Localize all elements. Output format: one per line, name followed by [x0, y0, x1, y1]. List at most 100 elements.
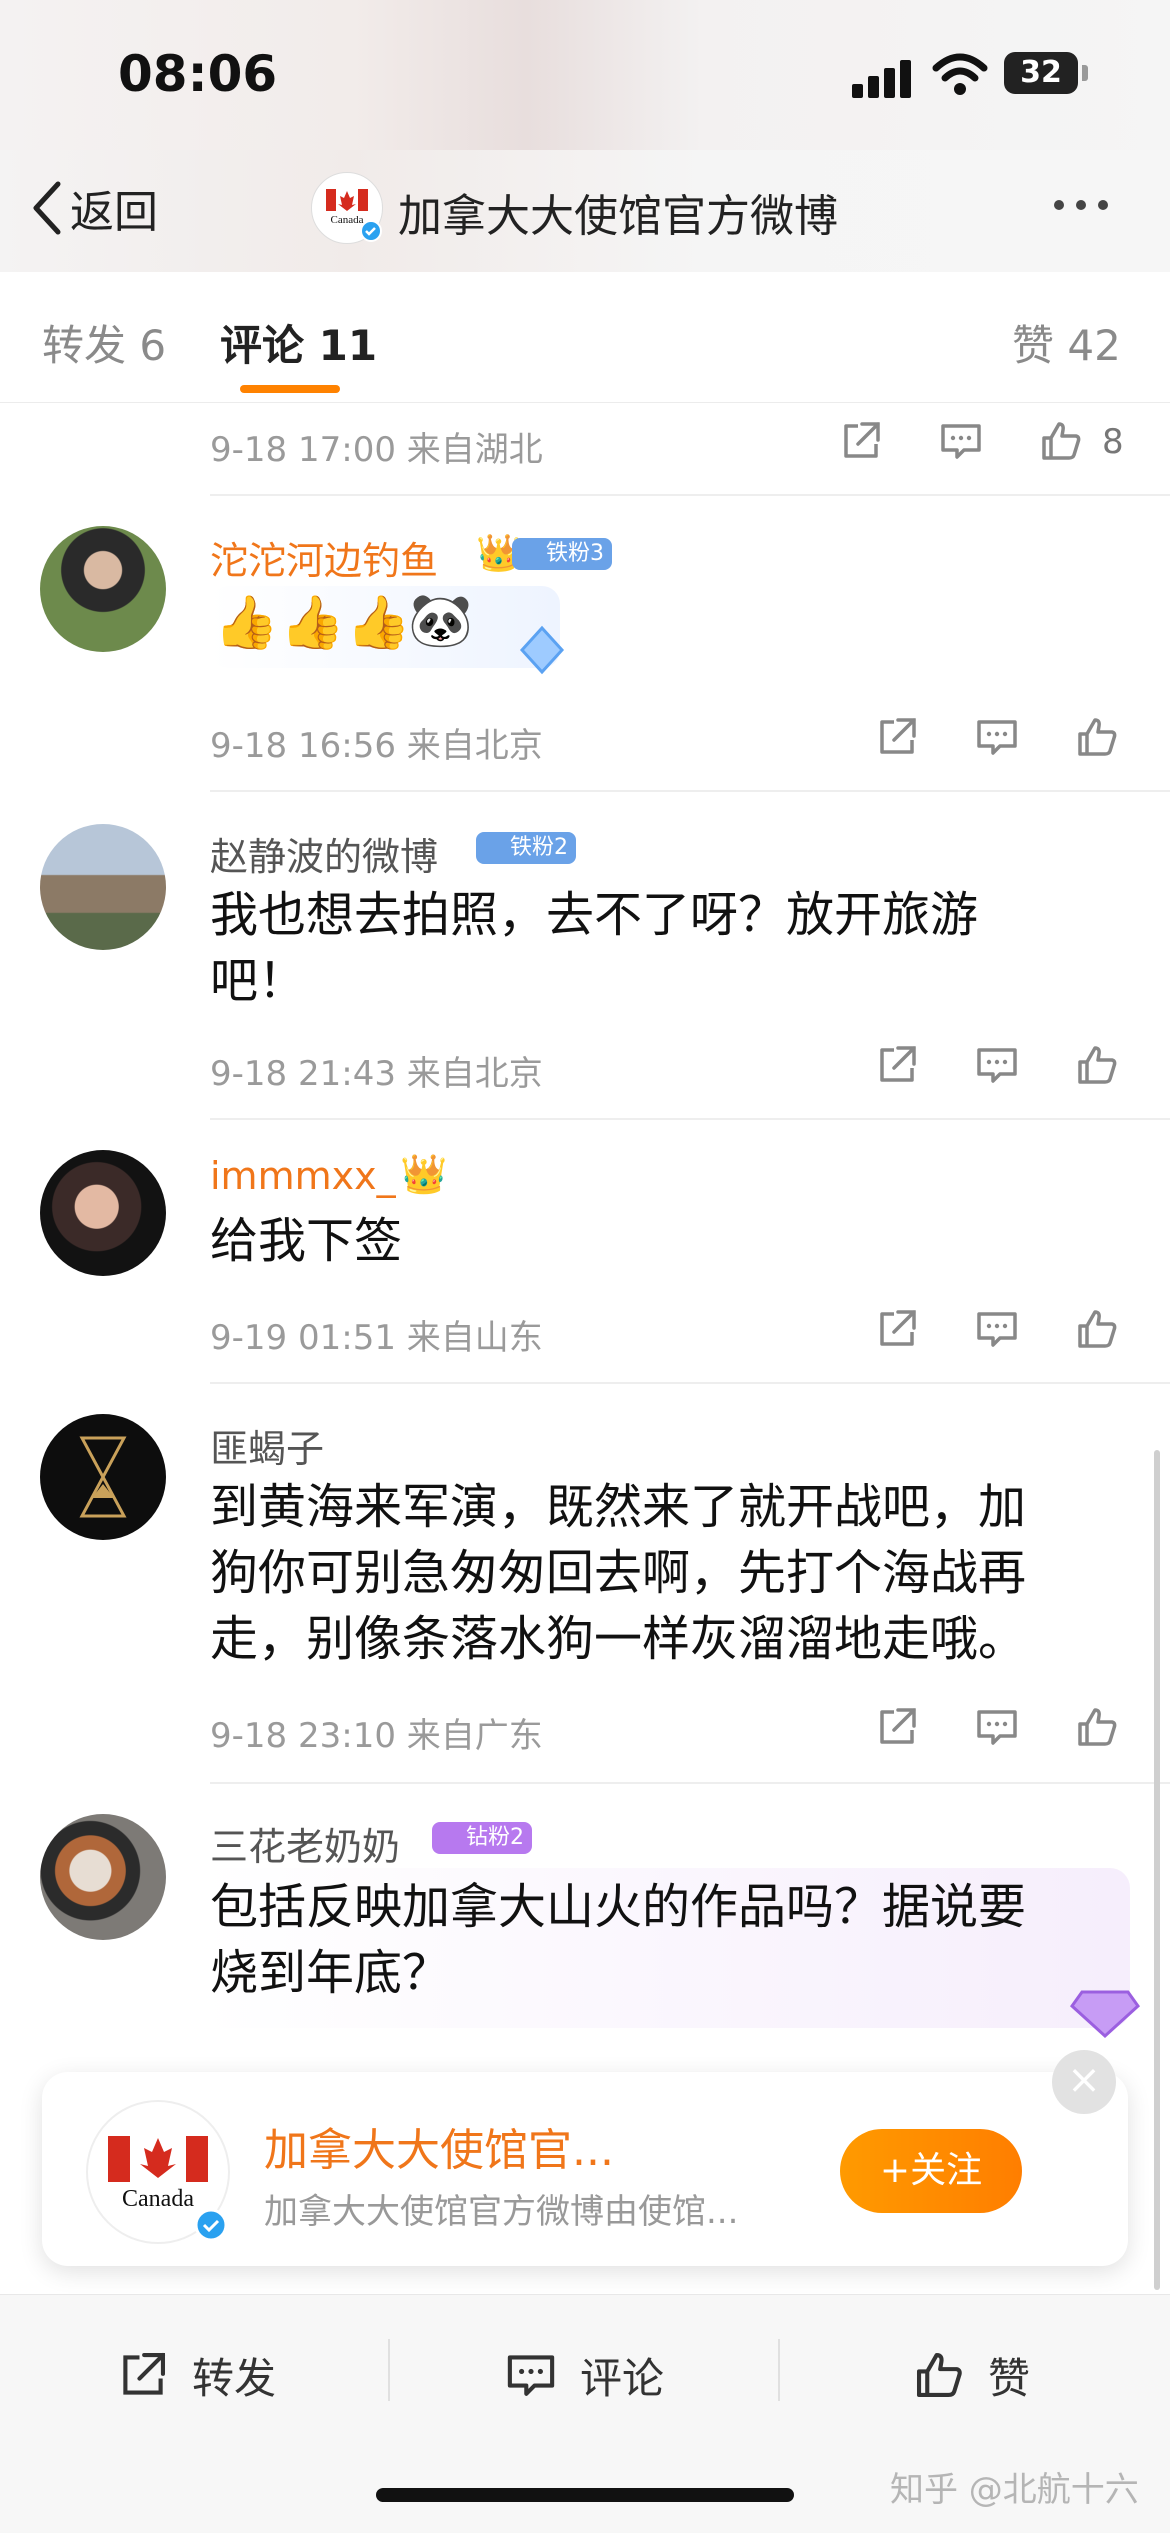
comment-line: 给我下签: [210, 1213, 403, 1269]
thumbs-up-emoji: 👍: [280, 593, 345, 653]
comment-line: 走，别像条落水狗一样灰溜溜地走哦。: [210, 1611, 1027, 1667]
like-icon[interactable]: [1074, 1042, 1120, 1088]
chevron-left-icon: [33, 181, 61, 235]
fan-badge: 钻粉2: [432, 1822, 532, 1854]
watermark: 知乎 @北航十六: [890, 2470, 1139, 2510]
comment-meta: 9-18 17:00 来自湖北: [210, 430, 543, 470]
scrollbar[interactable]: [1154, 1450, 1160, 2290]
thumbs-up-emoji: 👍: [214, 593, 279, 653]
account-card[interactable]: Canada 加拿大大使馆官... 加拿大大使馆官方微博由使馆... +关注: [42, 2072, 1128, 2266]
nav-bar: 返回 Canada 加拿大大使馆官方微博: [0, 150, 1170, 273]
like-icon[interactable]: [1074, 714, 1120, 760]
comment-line: 包括反映加拿大山火的作品吗？据说要: [210, 1879, 1027, 1935]
comment-username[interactable]: 三花老奶奶: [210, 1816, 400, 1871]
tab-comments[interactable]: 评论 11: [220, 312, 377, 373]
diamond-icon: [1070, 1990, 1140, 2039]
status-time: 08:06: [118, 45, 278, 103]
battery-cap: [1082, 65, 1088, 81]
comment-username[interactable]: 赵静波的微博: [210, 826, 438, 881]
card-account-desc: 加拿大大使馆官方微博由使馆...: [264, 2192, 739, 2232]
thumbs-up-emoji: 👍: [346, 593, 411, 653]
comment-meta-row: 9-18 17:00 来自湖北 8: [210, 414, 1170, 474]
comment-line: 烧到年底？: [210, 1945, 451, 2001]
comment-meta: 9-19 01:51 来自山东: [210, 1318, 543, 1358]
like-icon[interactable]: [1038, 418, 1084, 464]
tab-likes[interactable]: 赞 42: [1012, 312, 1121, 373]
comment-line: 狗你可别急匆匆回去啊，先打个海战再: [210, 1545, 1027, 1601]
follow-button[interactable]: +关注: [840, 2129, 1022, 2213]
close-icon[interactable]: ×: [1052, 2050, 1116, 2114]
separator: [388, 2339, 390, 2401]
fan-badge: 铁粉2: [476, 832, 576, 864]
share-icon[interactable]: [838, 418, 884, 464]
comment-username[interactable]: immmxx_: [210, 1154, 396, 1198]
like-icon[interactable]: [1074, 1306, 1120, 1352]
back-label: 返回: [70, 187, 158, 238]
tab-bar: 转发 6 评论 11 赞 42: [0, 272, 1170, 403]
more-menu-icon[interactable]: [1054, 200, 1108, 210]
reply-icon[interactable]: [974, 1704, 1020, 1750]
card-account-name[interactable]: 加拿大大使馆官...: [264, 2114, 614, 2178]
repost-button[interactable]: 转发: [116, 2335, 276, 2415]
comment-text: 我也想去拍照，去不了呀？放开旅游 吧！: [210, 882, 1110, 1014]
crown-icon: 👑: [400, 1152, 448, 1196]
canada-logo-text: Canada: [122, 2186, 194, 2212]
comment-meta: 9-18 21:43 来自北京: [210, 1054, 543, 1094]
divider: [210, 1118, 1170, 1120]
like-button[interactable]: 赞: [912, 2335, 1030, 2415]
comment-meta-row: 9-18 23:10 来自广东: [210, 1700, 1170, 1760]
back-button[interactable]: 返回: [30, 178, 158, 238]
avatar[interactable]: [40, 824, 166, 950]
page-title: 加拿大大使馆官方微博: [398, 191, 838, 242]
wifi-icon: [932, 53, 988, 95]
share-icon: [123, 2352, 166, 2395]
signal-icon: [852, 58, 912, 98]
comment-meta-row: 9-19 01:51 来自山东: [210, 1302, 1170, 1362]
fan-badge: 铁粉3: [512, 538, 612, 570]
share-icon[interactable]: [874, 1306, 920, 1352]
avatar[interactable]: [40, 1150, 166, 1276]
comment-meta: 9-18 23:10 来自广东: [210, 1716, 543, 1756]
divider: [210, 1782, 1170, 1784]
comment-line: 到黄海来军演，既然来了就开战吧，加: [210, 1479, 1027, 1535]
repost-label: 转发: [192, 2353, 277, 2403]
like-label: 赞: [988, 2353, 1031, 2403]
comment-username[interactable]: 匪蝎子: [210, 1418, 324, 1473]
divider: [210, 1382, 1170, 1384]
tab-reposts[interactable]: 转发 6: [42, 312, 166, 373]
reply-icon[interactable]: [974, 1306, 1020, 1352]
comment-line: 吧！: [210, 953, 307, 1009]
comment-line: 我也想去拍照，去不了呀？放开旅游: [210, 887, 979, 943]
status-bar: 08:06 32: [0, 0, 1170, 150]
like-icon[interactable]: [1074, 1704, 1120, 1750]
comment-text: 包括反映加拿大山火的作品吗？据说要 烧到年底？: [210, 1874, 1110, 2006]
comment-username[interactable]: 沱沱河边钓鱼: [210, 530, 438, 585]
divider: [210, 494, 1170, 496]
share-icon[interactable]: [874, 714, 920, 760]
home-indicator[interactable]: [376, 2488, 794, 2502]
reply-icon[interactable]: [974, 714, 1020, 760]
share-icon[interactable]: [874, 1704, 920, 1750]
separator: [778, 2339, 780, 2401]
reply-icon[interactable]: [974, 1042, 1020, 1088]
avatar[interactable]: [40, 1814, 166, 1940]
battery-icon: 32: [1004, 52, 1078, 94]
reply-icon[interactable]: [938, 418, 984, 464]
like-count: 8: [1102, 422, 1124, 462]
verified-icon: [194, 2208, 228, 2242]
comment-text: 给我下签: [210, 1208, 1110, 1274]
comment-meta-row: 9-18 21:43 来自北京: [210, 1038, 1170, 1098]
comment-icon: [507, 2355, 555, 2396]
comment-button[interactable]: 评论: [504, 2335, 664, 2415]
comment-meta: 9-18 16:56 来自北京: [210, 726, 543, 766]
avatar[interactable]: [40, 526, 166, 652]
hourglass-icon: [79, 1436, 127, 1518]
share-icon[interactable]: [874, 1042, 920, 1088]
comment-text: 到黄海来军演，既然来了就开战吧，加 狗你可别急匆匆回去啊，先打个海战再 走，别像…: [210, 1474, 1110, 1672]
divider: [210, 790, 1170, 792]
avatar[interactable]: [40, 1414, 166, 1540]
verified-icon: [360, 220, 382, 242]
panda-emoji: 🐼: [408, 591, 473, 651]
comment-meta-row: 9-18 16:56 来自北京: [210, 710, 1170, 770]
svg-text:Canada: Canada: [331, 214, 364, 226]
